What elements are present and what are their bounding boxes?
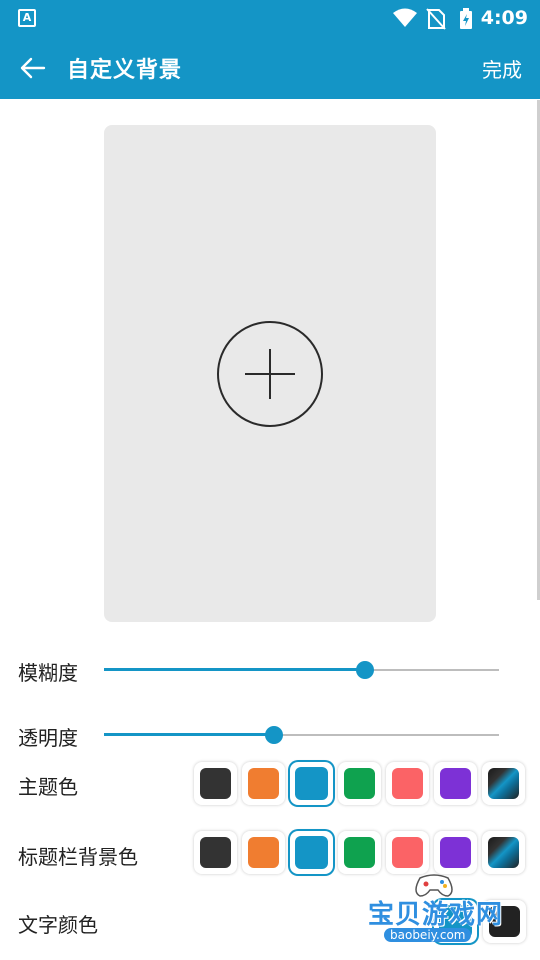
swatch-fill xyxy=(295,836,328,869)
blur-slider[interactable] xyxy=(104,660,499,680)
no-sim-icon xyxy=(426,8,446,30)
watermark-text: 宝贝游戏网 xyxy=(368,900,504,930)
swatch-fill xyxy=(488,768,519,799)
theme-color-swatch-7[interactable] xyxy=(482,762,525,805)
theme-color-swatch-3[interactable] xyxy=(290,762,333,805)
circle-plus-icon[interactable] xyxy=(216,320,324,428)
status-bar: A 4:09 xyxy=(0,0,540,36)
clock: 4:09 xyxy=(480,7,528,29)
titlebar-color-swatch-7[interactable] xyxy=(482,831,525,874)
done-button[interactable]: 完成 xyxy=(482,54,522,83)
swatch-fill xyxy=(248,768,279,799)
arrow-left-icon xyxy=(20,57,46,79)
theme-color-swatch-5[interactable] xyxy=(386,762,429,805)
back-button[interactable] xyxy=(14,50,50,86)
slider-thumb[interactable] xyxy=(264,726,283,744)
swatch-fill xyxy=(392,837,423,868)
wifi-icon xyxy=(393,8,417,27)
titlebar-color-swatch-4[interactable] xyxy=(338,831,381,874)
theme-color-swatch-1[interactable] xyxy=(194,762,237,805)
slider-fill xyxy=(104,733,274,736)
swatch-fill xyxy=(344,837,375,868)
titlebar-color-swatch-6[interactable] xyxy=(434,831,477,874)
theme-color-swatch-6[interactable] xyxy=(434,762,477,805)
swatch-fill xyxy=(440,768,471,799)
titlebar-color-swatch-2[interactable] xyxy=(242,831,285,874)
swatch-fill xyxy=(248,837,279,868)
battery-charging-icon xyxy=(460,8,472,29)
swatch-fill xyxy=(295,767,328,800)
swatch-fill xyxy=(344,768,375,799)
swatch-fill xyxy=(200,837,231,868)
opacity-label: 透明度 xyxy=(18,726,78,750)
background-preview[interactable] xyxy=(104,125,436,622)
text-color-label: 文字颜色 xyxy=(18,913,98,937)
app-notification-icon: A xyxy=(18,9,36,27)
titlebar-color-label: 标题栏背景色 xyxy=(18,845,138,869)
watermark-url: baobeiy.com xyxy=(384,928,472,942)
opacity-slider[interactable] xyxy=(104,725,499,745)
blur-label: 模糊度 xyxy=(18,661,78,685)
slider-fill xyxy=(104,668,365,671)
swatch-fill xyxy=(488,837,519,868)
swatch-fill xyxy=(440,837,471,868)
theme-color-swatch-2[interactable] xyxy=(242,762,285,805)
watermark: 宝贝游戏网 baobeiy.com xyxy=(362,872,522,960)
swatch-fill xyxy=(392,768,423,799)
slider-thumb[interactable] xyxy=(355,661,374,679)
page-title: 自定义背景 xyxy=(67,58,183,83)
theme-color-picker xyxy=(194,762,530,806)
theme-color-label: 主题色 xyxy=(18,775,78,799)
titlebar-color-picker xyxy=(194,831,530,875)
titlebar-color-swatch-1[interactable] xyxy=(194,831,237,874)
app-bar: 自定义背景 完成 xyxy=(0,36,540,99)
titlebar-color-swatch-5[interactable] xyxy=(386,831,429,874)
titlebar-color-swatch-3[interactable] xyxy=(290,831,333,874)
swatch-fill xyxy=(200,768,231,799)
theme-color-swatch-4[interactable] xyxy=(338,762,381,805)
